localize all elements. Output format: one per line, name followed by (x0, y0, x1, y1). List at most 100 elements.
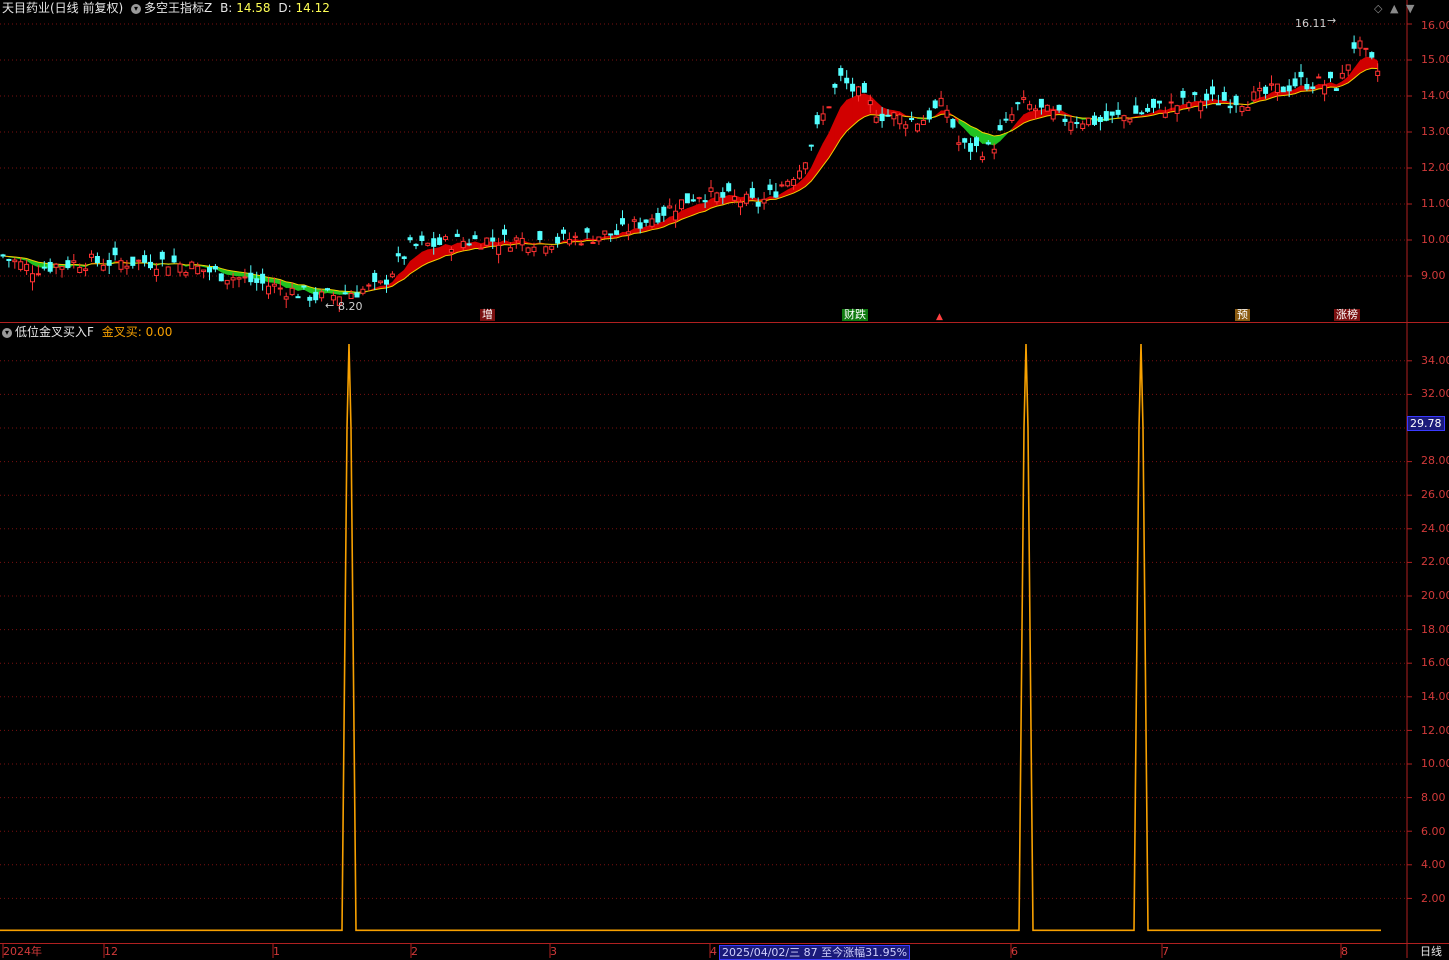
candle-body (143, 256, 147, 263)
candle-body (798, 171, 802, 178)
indicator-menu-icon[interactable]: ▾ (131, 4, 141, 14)
candle-body (1087, 118, 1091, 124)
candle-body (1039, 99, 1043, 107)
indicator-tick: 32.00 (1421, 388, 1449, 400)
candle-body (1098, 117, 1102, 121)
candle-body (36, 274, 40, 275)
candle-body (1152, 99, 1156, 107)
candle-body (355, 293, 359, 297)
indicator-tick: 22.00 (1421, 556, 1449, 568)
candle-body (644, 220, 648, 222)
trend-band-segment (829, 120, 835, 158)
candle-body (302, 286, 306, 287)
time-tick: 1 (273, 946, 280, 958)
signal-triangle-icon[interactable]: ▲ (936, 311, 943, 323)
candle-body (656, 213, 660, 222)
candle-body (78, 268, 82, 273)
sub-indicator-menu-icon[interactable]: ▾ (2, 328, 12, 338)
candle-body (1034, 109, 1038, 111)
candle-body (739, 202, 743, 207)
indicator-tick: 20.00 (1421, 590, 1449, 602)
sub-indicator-name[interactable]: 低位金叉买入F (15, 325, 94, 339)
candle-body (1305, 84, 1309, 88)
candle-body (1346, 65, 1350, 70)
candle-body (986, 143, 990, 144)
price-tick: 11.00 (1421, 198, 1449, 210)
candle-body (1299, 72, 1303, 76)
signal-marker[interactable]: 增 (480, 309, 495, 321)
price-tick: 12.00 (1421, 162, 1449, 174)
signal-marker[interactable]: 财跌 (842, 309, 868, 321)
candle-body (538, 232, 542, 240)
candle-body (1122, 116, 1126, 121)
candle-body (615, 231, 619, 235)
candle-body (491, 238, 495, 241)
candle-body (1163, 113, 1167, 117)
candle-body (7, 259, 11, 260)
candle-body (621, 219, 625, 224)
candle-body (1181, 91, 1185, 97)
down-arrow-icon[interactable]: ▼ (1406, 2, 1414, 15)
b-label: B: (220, 1, 232, 15)
candle-body (461, 241, 465, 247)
candle-body (213, 266, 217, 269)
candle-body (1376, 71, 1380, 75)
candle-body (921, 120, 925, 124)
indicator-name[interactable]: 多空王指标Z (144, 1, 212, 15)
candle-body (1352, 43, 1356, 48)
time-tick: 7 (1162, 946, 1169, 958)
price-tick: 15.00 (1421, 54, 1449, 66)
price-tick: 9.00 (1421, 270, 1446, 282)
candle-body (60, 267, 64, 270)
period-label[interactable]: 日线 (1420, 946, 1442, 958)
candle-body (892, 113, 896, 119)
candle-body (1, 255, 5, 256)
candle-body (1370, 53, 1374, 58)
stock-title[interactable]: 天目药业(日线 前复权) (2, 1, 123, 15)
b-value: 14.58 (236, 1, 270, 15)
candle-body (1317, 77, 1321, 78)
candle-body (1358, 41, 1362, 48)
candle-body (532, 247, 536, 251)
candle-body (1205, 94, 1209, 100)
candle-body (851, 84, 855, 91)
candle-body (1057, 105, 1061, 110)
candle-body (992, 149, 996, 153)
candle-body (591, 242, 595, 243)
candle-body (243, 277, 247, 278)
candle-body (72, 261, 76, 263)
stock-chart[interactable] (0, 0, 1449, 958)
candle-body (149, 262, 153, 267)
candle-body (308, 297, 312, 300)
signal-marker[interactable]: 涨榜 (1334, 309, 1360, 321)
candle-body (1010, 115, 1014, 121)
trend-band-segment (835, 107, 841, 148)
candle-body (809, 145, 813, 146)
up-arrow-icon[interactable]: ▲ (1390, 2, 1398, 15)
candle-body (479, 248, 483, 249)
candle-body (373, 273, 377, 281)
candle-body (939, 98, 943, 106)
candle-body (101, 265, 105, 270)
candle-body (579, 244, 583, 245)
candle-body (951, 120, 955, 128)
signal-marker[interactable]: 预 (1235, 309, 1250, 321)
candle-body (272, 284, 276, 286)
candle-body (780, 185, 784, 186)
candle-body (916, 124, 920, 131)
candle-body (1187, 103, 1191, 108)
candle-body (774, 192, 778, 197)
candle-body (697, 198, 701, 199)
candle-body (1340, 73, 1344, 78)
candle-body (19, 262, 23, 270)
candle-body (1199, 102, 1203, 111)
indicator-tick: 24.00 (1421, 523, 1449, 535)
candle-body (1134, 106, 1138, 113)
candle-body (48, 262, 52, 271)
candle-body (414, 244, 418, 245)
diamond-icon[interactable]: ◇ (1374, 2, 1382, 15)
indicator-current-value: 29.78 (1407, 416, 1445, 431)
indicator-line (0, 344, 1381, 930)
high-arrow-icon: → (1327, 15, 1336, 27)
candle-body (827, 107, 831, 108)
